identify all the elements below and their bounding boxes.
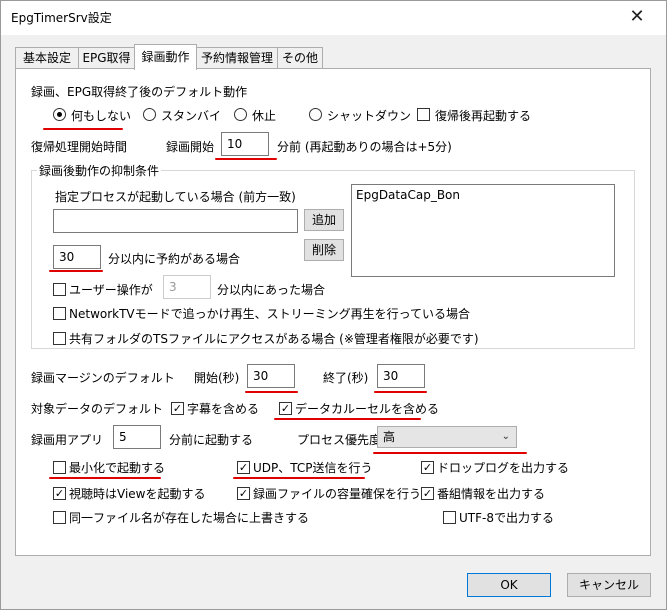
app-label: 録画用アプリ [31,433,104,447]
network-tv-label: NetworkTVモードで追っかけ再生、ストリーミング再生を行っている場合 [69,307,471,321]
annotation-underline [49,477,161,479]
margin-start-label: 開始(秒) [194,371,240,385]
reserve-capacity-checkbox[interactable]: ✓ [237,487,250,500]
app-suffix: 分前に起動する [169,433,254,447]
reboot-label: 復帰後再起動する [435,109,532,123]
process-input[interactable] [53,209,298,233]
window-title: EpgTimerSrv設定 [11,11,112,25]
priority-value: 高 [383,430,396,444]
priority-select[interactable]: 高 ⌄ [377,426,517,448]
user-op-suffix: 分以内にあった場合 [217,283,326,297]
annotation-underline [245,391,298,393]
ok-button[interactable]: OK [467,573,551,597]
annotation-underline [43,128,123,130]
reserve-capacity-label: 録画ファイルの容量確保を行う [253,487,422,501]
annotation-underline [274,418,421,420]
radio-do-nothing-label: 何もしない [71,109,132,123]
user-op-label: ユーザー操作が [69,283,153,297]
reserve-suffix: 分以内に予約がある場合 [108,252,241,266]
reboot-checkbox[interactable] [417,108,430,121]
process-label: 指定プロセスが起動している場合 (前方一致) [55,190,296,204]
user-op-minutes-input[interactable]: 3 [163,275,211,299]
minimize-checkbox[interactable] [53,461,66,474]
shared-folder-checkbox[interactable] [53,332,66,345]
program-info-label: 番組情報を出力する [437,487,546,501]
radio-standby-label: スタンバイ [161,109,222,123]
reserve-minutes-input[interactable]: 30 [53,245,101,269]
radio-hibernate[interactable] [234,108,247,121]
view-launch-checkbox[interactable]: ✓ [53,487,66,500]
app-minutes-input[interactable]: 5 [113,425,161,449]
utf8-checkbox[interactable] [443,511,456,524]
target-data-label: 対象データのデフォルト [31,402,164,416]
resume-label: 復帰処理開始時間 [31,140,128,154]
tab-other[interactable]: その他 [277,47,323,69]
list-item[interactable]: EpgDataCap_Bon [356,188,610,202]
utf8-label: UTF-8で出力する [459,511,554,525]
subtitle-checkbox[interactable]: ✓ [171,402,184,415]
minimize-label: 最小化で起動する [69,461,166,475]
radio-shutdown-label: シャットダウン [327,109,412,123]
add-button[interactable]: 追加 [304,209,344,231]
annotation-underline [215,158,277,160]
title-bar: EpgTimerSrv設定 ✕ [1,1,666,35]
tab-reserve[interactable]: 予約情報管理 [196,47,278,69]
radio-shutdown[interactable] [309,108,322,121]
suppress-group-title: 録画後動作の抑制条件 [37,162,162,179]
annotation-underline [373,452,527,454]
margin-end-label: 終了(秒) [323,371,369,385]
cancel-button[interactable]: キャンセル [567,573,651,597]
drop-log-checkbox[interactable]: ✓ [421,461,434,474]
overwrite-label: 同一ファイル名が存在した場合に上書きする [69,511,310,525]
chevron-down-icon: ⌄ [501,431,510,442]
process-listbox[interactable]: EpgDataCap_Bon [351,184,615,277]
annotation-underline [233,477,365,479]
default-action-heading: 録画、EPG取得終了後のデフォルト動作 [31,85,248,99]
carousel-checkbox[interactable]: ✓ [279,402,292,415]
annotation-underline [374,391,427,393]
subtitle-label: 字幕を含める [187,402,260,416]
shared-folder-label: 共有フォルダのTSファイルにアクセスがある場合 (※管理者権限が必要です) [69,332,479,346]
tab-recording[interactable]: 録画動作 [134,44,197,70]
margin-start-input[interactable]: 30 [247,364,295,388]
view-launch-label: 視聴時はViewを起動する [69,487,206,501]
annotation-underline [49,270,103,272]
carousel-label: データカルーセルを含める [295,402,440,416]
udp-tcp-label: UDP、TCP送信を行う [253,461,373,475]
margin-end-input[interactable]: 30 [377,364,425,388]
radio-standby[interactable] [143,108,156,121]
resume-suffix: 分前 (再起動ありの場合は+5分) [277,140,452,154]
settings-window: EpgTimerSrv設定 ✕ 基本設定 EPG取得 録画動作 予約情報管理 そ… [0,0,667,610]
network-tv-checkbox[interactable] [53,307,66,320]
tab-epg[interactable]: EPG取得 [78,47,135,69]
resume-minutes-input[interactable]: 10 [221,132,269,156]
delete-button[interactable]: 削除 [304,239,344,261]
program-info-checkbox[interactable]: ✓ [421,487,434,500]
record-start-label: 録画開始 [166,140,215,154]
user-op-checkbox[interactable] [53,283,66,296]
tab-basic[interactable]: 基本設定 [15,47,79,69]
margin-label: 録画マージンのデフォルト [31,371,175,385]
overwrite-checkbox[interactable] [53,511,66,524]
priority-label: プロセス優先度 [297,433,382,447]
close-icon[interactable]: ✕ [623,5,651,29]
radio-do-nothing[interactable] [53,108,66,121]
radio-hibernate-label: 休止 [252,109,277,123]
drop-log-label: ドロップログを出力する [437,461,570,475]
udp-tcp-checkbox[interactable]: ✓ [237,461,250,474]
